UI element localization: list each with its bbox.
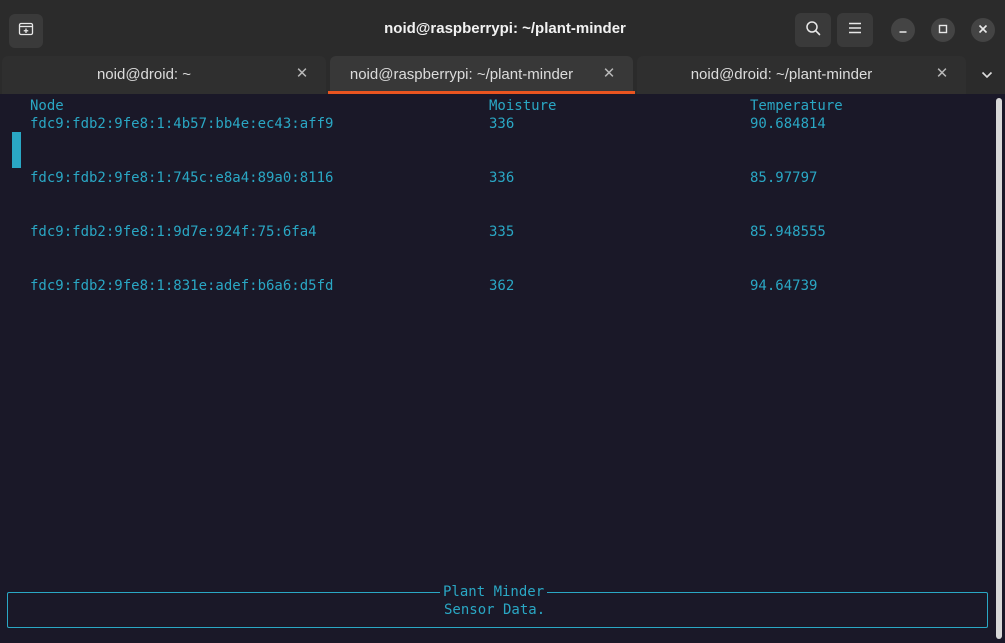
tab-label: noid@droid: ~/plant-minder [690,66,873,83]
search-icon [805,20,821,41]
tab-noid-raspberrypi-plant-minder[interactable]: noid@raspberrypi: ~/plant-minder ✕ [328,56,635,94]
row-2-moisture: 336 [489,170,515,186]
terminal-scrollbar[interactable] [996,98,1002,639]
column-header-moisture: Moisture [489,98,557,114]
terminal-view[interactable]: Node Moisture Temperature fdc9:fdb2:9fe8… [0,94,1005,643]
tab-close-icon[interactable]: ✕ [601,66,617,82]
close-window-button[interactable] [971,18,995,42]
chevron-down-icon [981,66,993,84]
search-button[interactable] [795,13,831,47]
row-1-moisture: 336 [489,116,515,132]
tab-label: noid@raspberrypi: ~/plant-minder [349,66,574,83]
footer-title: Plant Minder [440,583,548,601]
menu-button[interactable] [837,13,873,47]
row-4-node: fdc9:fdb2:9fe8:1:831e:adef:b6a6:d5fd [30,278,334,294]
tab-noid-droid-plant-minder[interactable]: noid@droid: ~/plant-minder ✕ [635,56,968,94]
window-title: noid@raspberrypi: ~/plant-minder [384,20,626,37]
row-1-node: fdc9:fdb2:9fe8:1:4b57:bb4e:ec43:aff9 [30,116,334,132]
row-2-node: fdc9:fdb2:9fe8:1:745c:e8a4:89a0:8116 [30,170,334,186]
new-tab-icon [18,21,34,42]
row-4-temperature: 94.64739 [750,278,818,294]
minimize-button[interactable] [891,18,915,42]
row-2-temperature: 85.97797 [750,170,818,186]
tab-close-icon[interactable]: ✕ [294,66,310,82]
header-bar: noid@raspberrypi: ~/plant-minder [0,0,1005,54]
tab-close-icon[interactable]: ✕ [934,66,950,82]
column-header-temperature: Temperature [750,98,843,114]
row-3-node: fdc9:fdb2:9fe8:1:9d7e:924f:75:6fa4 [30,224,317,240]
maximize-icon [938,21,948,39]
row-3-temperature: 85.948555 [750,224,826,240]
terminal-window: noid@raspberrypi: ~/plant-minder noid@dr… [0,0,1005,643]
hamburger-menu-icon [848,21,862,39]
tab-label: noid@droid: ~ [96,66,192,83]
minimize-icon [898,21,908,39]
footer-subtitle: Sensor Data. [444,602,546,618]
close-icon [978,21,988,39]
new-tab-button[interactable] [9,14,43,48]
selection-cursor [12,132,21,168]
tab-strip: noid@droid: ~ ✕ noid@raspberrypi: ~/plan… [0,54,1005,94]
tab-list-dropdown-button[interactable] [968,56,1005,94]
column-header-node: Node [30,98,64,114]
row-3-moisture: 335 [489,224,515,240]
tab-noid-droid-home[interactable]: noid@droid: ~ ✕ [0,56,328,94]
row-1-temperature: 90.684814 [750,116,826,132]
row-4-moisture: 362 [489,278,515,294]
maximize-button[interactable] [931,18,955,42]
